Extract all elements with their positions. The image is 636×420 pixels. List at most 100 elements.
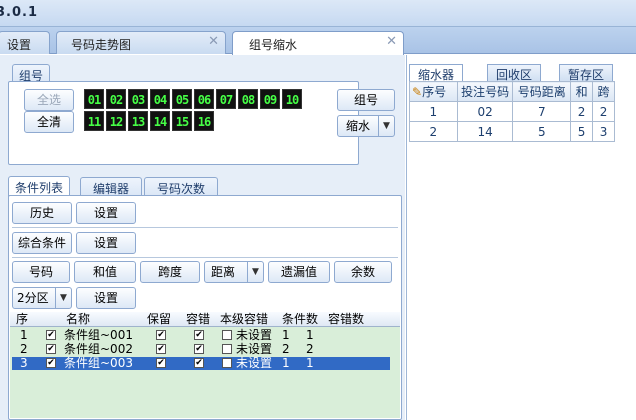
level-tolerance-checkbox[interactable]: [222, 358, 232, 368]
select-all-button[interactable]: 全选: [24, 89, 74, 111]
tab-label: 暂存区: [568, 68, 605, 82]
cell-sum: 5: [570, 121, 594, 142]
column-header-name: 名称: [66, 312, 91, 326]
keep-checkbox[interactable]: ✔: [156, 358, 166, 368]
combined-settings-button[interactable]: 设置: [76, 232, 136, 254]
keep-checkbox[interactable]: ✔: [156, 344, 166, 354]
tab-shrinker[interactable]: 缩水器: [409, 64, 464, 82]
column-header-condition-count: 条件数: [282, 312, 319, 326]
number-cell-01[interactable]: 01: [84, 89, 104, 109]
history-settings-button[interactable]: 设置: [76, 202, 136, 224]
cell-serial: 1: [409, 101, 458, 122]
column-header-index: 序: [16, 312, 29, 326]
title-bar: [0, 0, 636, 27]
number-cell-13[interactable]: 13: [128, 111, 148, 131]
level-tolerance-checkbox[interactable]: [222, 330, 232, 340]
number-cell-02[interactable]: 02: [106, 89, 126, 109]
document-tab-strip: 设置 号码走势图 ✕ 组号缩水 ✕: [0, 27, 636, 55]
cell-serial: 2: [409, 121, 458, 142]
cell-span: 3: [592, 121, 615, 142]
level-tolerance-value: 未设置: [236, 342, 273, 356]
table-row[interactable]: 2 ✔ 条件组~002 ✔ ✔ 未设置 2 2: [12, 343, 390, 356]
tolerance-checkbox[interactable]: ✔: [194, 344, 204, 354]
table-row[interactable]: 1 ✔ 条件组~001 ✔ ✔ 未设置 1 1: [12, 329, 390, 342]
row-checkbox[interactable]: ✔: [46, 330, 56, 340]
tab-label: 号码次数: [157, 182, 206, 196]
close-icon[interactable]: ✕: [386, 34, 397, 49]
number-cell-11[interactable]: 11: [84, 111, 104, 131]
sum-condition-button[interactable]: 和值: [74, 261, 136, 283]
error-count: 1: [306, 356, 314, 370]
column-header-keep: 保留: [147, 312, 172, 326]
partition-settings-button[interactable]: 设置: [76, 287, 136, 309]
condition-count: 2: [282, 342, 290, 356]
keep-checkbox[interactable]: ✔: [156, 330, 166, 340]
span-condition-button[interactable]: 跨度: [140, 261, 200, 283]
number-cell-07[interactable]: 07: [216, 89, 236, 109]
column-header-span: 跨: [592, 81, 615, 102]
tab-temp-storage[interactable]: 暂存区: [559, 64, 614, 82]
row-checkbox[interactable]: ✔: [46, 358, 56, 368]
number-cell-09[interactable]: 09: [260, 89, 280, 109]
cell-number-distance: 5: [512, 121, 572, 142]
header-label: 序号: [422, 85, 447, 99]
tab-settings[interactable]: 设置: [0, 31, 50, 54]
number-condition-button[interactable]: 号码: [12, 261, 70, 283]
number-cell-04[interactable]: 04: [150, 89, 170, 109]
group-number-button[interactable]: 组号: [337, 89, 395, 111]
number-cell-14[interactable]: 14: [150, 111, 170, 131]
table-row[interactable]: 1 02 7 2 2: [409, 101, 615, 122]
missing-value-button[interactable]: 遗漏值: [268, 261, 330, 283]
number-cell-06[interactable]: 06: [194, 89, 214, 109]
number-cell-03[interactable]: 03: [128, 89, 148, 109]
error-count: 1: [306, 328, 314, 342]
cell-number-distance: 7: [512, 101, 572, 122]
tab-label: 条件列表: [15, 181, 64, 195]
number-cell-05[interactable]: 05: [172, 89, 192, 109]
tab-group-shrink[interactable]: 组号缩水 ✕: [232, 31, 404, 55]
column-header-bet-number: 投注号码: [456, 81, 514, 102]
level-tolerance-checkbox[interactable]: [222, 344, 232, 354]
chevron-down-icon[interactable]: ▼: [247, 262, 263, 282]
number-cell-12[interactable]: 12: [106, 111, 126, 131]
number-cell-10[interactable]: 10: [282, 89, 302, 109]
clear-all-button[interactable]: 全清: [24, 111, 74, 133]
tab-trend-chart[interactable]: 号码走势图 ✕: [56, 31, 226, 54]
partition-select[interactable]: 2分区 ▼: [12, 287, 72, 309]
history-button[interactable]: 历史: [12, 202, 72, 224]
remainder-button[interactable]: 余数: [334, 261, 392, 283]
partition-value: 2分区: [17, 291, 49, 305]
row-index: 3: [20, 356, 28, 370]
window-title: 3.0.1: [0, 5, 39, 20]
right-pane: 缩水器 回收区 暂存区 ✎序号 投注号码 号码距离 和 跨 1 02 7 2 2…: [406, 55, 636, 420]
level-tolerance-value: 未设置: [236, 356, 273, 370]
column-header-number-distance: 号码距离: [512, 81, 572, 102]
number-cell-08[interactable]: 08: [238, 89, 258, 109]
column-header-serial: ✎序号: [409, 81, 458, 102]
tolerance-checkbox[interactable]: ✔: [194, 358, 204, 368]
condition-grid-header: 序 名称 保留 容错 本级容错 条件数 容错数: [10, 312, 400, 327]
result-table: ✎序号 投注号码 号码距离 和 跨 1 02 7 2 2 2 14 5 5 3: [409, 81, 615, 142]
cell-span: 2: [592, 101, 615, 122]
table-row-selected[interactable]: 3 ✔ 条件组~003 ✔ ✔ 未设置 1 1: [12, 357, 390, 370]
condition-tab-strip: 条件列表 编辑器 号码次数: [8, 176, 398, 199]
error-count: 2: [306, 342, 314, 356]
column-header-error-count: 容错数: [328, 312, 365, 326]
tab-label: 编辑器: [93, 182, 130, 196]
row-checkbox[interactable]: ✔: [46, 344, 56, 354]
distance-select[interactable]: 距离 ▼: [204, 261, 264, 283]
condition-count: 1: [282, 356, 290, 370]
shrink-mode-select[interactable]: 缩水 ▼: [337, 115, 395, 137]
column-header-sum: 和: [570, 81, 594, 102]
number-cell-15[interactable]: 15: [172, 111, 192, 131]
tolerance-checkbox[interactable]: ✔: [194, 330, 204, 340]
combined-conditions-button[interactable]: 综合条件: [12, 232, 72, 254]
number-cell-16[interactable]: 16: [194, 111, 214, 131]
close-icon[interactable]: ✕: [208, 34, 219, 49]
chevron-down-icon[interactable]: ▼: [378, 116, 394, 136]
tab-recycle-bin[interactable]: 回收区: [487, 64, 542, 82]
table-row[interactable]: 2 14 5 5 3: [409, 121, 615, 142]
chevron-down-icon[interactable]: ▼: [55, 288, 71, 308]
condition-count: 1: [282, 328, 290, 342]
tab-label: 号码走势图: [71, 38, 132, 52]
